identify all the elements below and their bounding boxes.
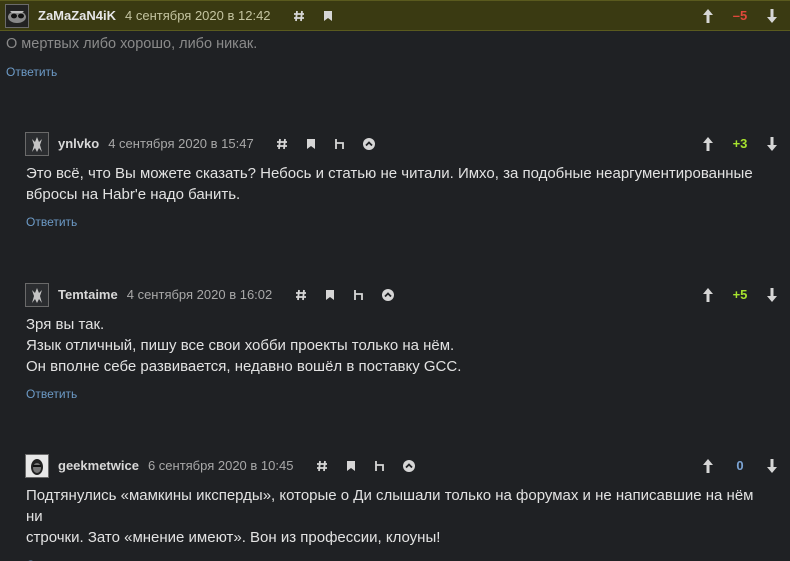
bookmark-button[interactable] (315, 285, 344, 305)
collapse-button[interactable] (373, 285, 402, 305)
bookmark-icon (307, 138, 316, 149)
arrow-up-icon (703, 8, 713, 23)
parent-comment-button[interactable] (344, 285, 373, 305)
bookmark-button[interactable] (336, 456, 365, 476)
arrow-down-icon (767, 287, 777, 302)
reply-link[interactable]: Ответить (26, 215, 77, 229)
avatar[interactable] (25, 131, 49, 156)
vote-up-button[interactable] (698, 456, 718, 476)
comment-date[interactable]: 6 сентября 2020 в 10:45 (148, 458, 294, 473)
username[interactable]: ZaMaZaN4iK (38, 8, 116, 23)
comment-text: Это всё, что Вы можете сказать? Небось и… (26, 165, 753, 203)
parent-icon (335, 138, 345, 149)
comment-date[interactable]: 4 сентября 2020 в 12:42 (125, 8, 271, 23)
vote-controls: –5 (698, 1, 782, 30)
bookmark-button[interactable] (314, 6, 343, 26)
permalink-button[interactable] (307, 456, 336, 476)
comment-score: 0 (736, 458, 744, 473)
chevron-up-circle-icon (363, 137, 376, 150)
username[interactable]: geekmetwice (58, 458, 139, 473)
avatar[interactable] (25, 453, 49, 478)
vote-down-button[interactable] (762, 134, 782, 154)
comment-text: О мертвых либо хорошо, либо никак. (6, 36, 258, 52)
comment-date[interactable]: 4 сентября 2020 в 16:02 (127, 287, 273, 302)
comment-tools (307, 456, 423, 476)
comment: ynlvko 4 сентября 2020 в 15:47 +3 Это вс… (0, 128, 790, 231)
avatar[interactable] (5, 3, 29, 28)
vote-up-button[interactable] (698, 6, 718, 26)
comment-score: –5 (732, 8, 748, 23)
permalink-button[interactable] (285, 6, 314, 26)
vote-up-button[interactable] (698, 134, 718, 154)
bookmark-icon (324, 10, 333, 21)
vote-up-button[interactable] (698, 285, 718, 305)
hash-icon (295, 289, 306, 300)
comment-header: Temtaime 4 сентября 2020 в 16:02 +5 (0, 279, 790, 310)
comment-score: +3 (732, 136, 748, 151)
comment-score: +5 (732, 287, 748, 302)
avatar-image-icon (6, 4, 28, 27)
chevron-up-circle-icon (402, 459, 415, 472)
arrow-down-icon (767, 136, 777, 151)
arrow-up-icon (703, 458, 713, 473)
bookmark-icon (325, 289, 334, 300)
vote-controls: +3 (698, 128, 782, 159)
comment: geekmetwice 6 сентября 2020 в 10:45 0 По… (0, 450, 790, 561)
parent-icon (375, 460, 384, 471)
default-avatar-icon (26, 283, 48, 306)
bookmark-icon (346, 460, 355, 471)
hash-icon (294, 10, 305, 21)
arrow-down-icon (767, 458, 777, 473)
parent-comment-button[interactable] (365, 456, 394, 476)
comment-header: geekmetwice 6 сентября 2020 в 10:45 0 (0, 450, 790, 481)
vote-controls: 0 (698, 450, 782, 481)
arrow-up-icon (703, 136, 713, 151)
parent-icon (353, 289, 363, 300)
collapse-button[interactable] (355, 134, 384, 154)
comment-tools (286, 285, 402, 305)
hash-icon (316, 460, 327, 471)
reply-link[interactable]: Ответить (26, 387, 77, 401)
default-avatar-icon (26, 132, 48, 155)
vote-down-button[interactable] (762, 6, 782, 26)
collapse-button[interactable] (394, 456, 423, 476)
avatar-image-icon (26, 454, 48, 477)
arrow-up-icon (703, 287, 713, 302)
comment-text: Подтянулись «мамкины иксперды», которые … (26, 487, 754, 546)
comment-header: ZaMaZaN4iK 4 сентября 2020 в 12:42 –5 (0, 0, 790, 31)
comment-date[interactable]: 4 сентября 2020 в 15:47 (108, 136, 254, 151)
bookmark-button[interactable] (297, 134, 326, 154)
comment-header: ynlvko 4 сентября 2020 в 15:47 +3 (0, 128, 790, 159)
arrow-down-icon (767, 8, 777, 23)
vote-controls: +5 (698, 279, 782, 310)
username[interactable]: Temtaime (58, 287, 118, 302)
parent-comment-button[interactable] (326, 134, 355, 154)
permalink-button[interactable] (286, 285, 315, 305)
comment-tools (285, 6, 343, 26)
avatar[interactable] (25, 282, 49, 307)
reply-link[interactable]: Ответить (6, 65, 57, 79)
comment: ZaMaZaN4iK 4 сентября 2020 в 12:42 –5 О … (0, 0, 790, 81)
vote-down-button[interactable] (762, 456, 782, 476)
hash-icon (277, 138, 288, 149)
chevron-up-circle-icon (381, 288, 394, 301)
permalink-button[interactable] (268, 134, 297, 154)
comment: Temtaime 4 сентября 2020 в 16:02 +5 Зря … (0, 279, 790, 403)
comment-tools (268, 134, 384, 154)
username[interactable]: ynlvko (58, 136, 99, 151)
comment-text: Зря вы так. Язык отличный, пишу все свои… (26, 316, 462, 375)
vote-down-button[interactable] (762, 285, 782, 305)
